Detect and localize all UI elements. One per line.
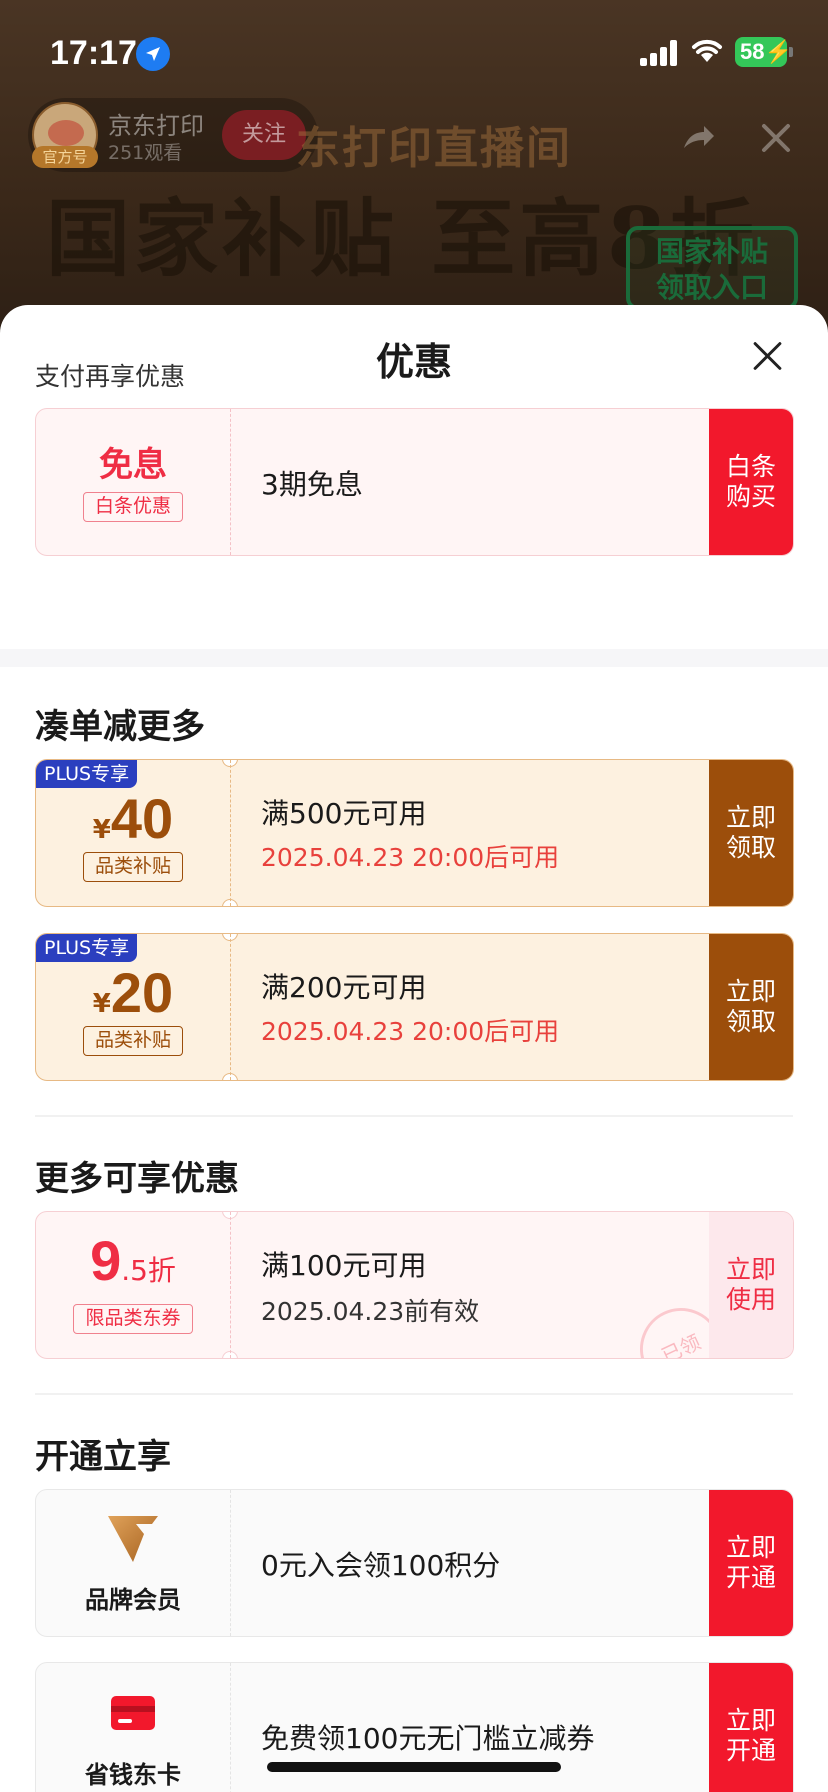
button-line-2: 领取: [725, 833, 776, 862]
coupon-left: 免息 白条优惠: [36, 409, 230, 555]
share-icon[interactable]: [678, 118, 718, 158]
yen-sign: ¥: [92, 989, 111, 1019]
live-room-title: 东打印直播间: [296, 123, 572, 174]
coupon-body: 满500元可用 2025.04.23 20:00后可用: [230, 760, 704, 906]
official-tag: 官方号: [32, 146, 98, 168]
coupon-amount: ¥20: [36, 960, 230, 1025]
coupon-left: 9.5折 限品类东券: [36, 1212, 230, 1358]
coupon-body: 0元入会领100积分: [230, 1490, 704, 1636]
plus-coupon-40: PLUS专享 ¥40 品类补贴 满500元可用 2025.04.23 20:00…: [35, 759, 794, 907]
plus-tag: PLUS专享: [36, 760, 138, 788]
home-indicator: [267, 1762, 561, 1772]
badge-line-1: 国家补贴: [655, 235, 768, 268]
brand-member-card: 品牌会员 0元入会领100积分 立即 开通: [35, 1489, 794, 1637]
button-line-1: 立即: [725, 1533, 776, 1562]
close-live-icon[interactable]: [756, 118, 796, 158]
card-icon: [111, 1696, 155, 1730]
coupon-time: 2025.04.23 20:00后可用: [261, 843, 560, 872]
coupon-body: 3期免息: [230, 409, 704, 555]
section-divider: [0, 649, 828, 667]
section-open-benefits: 开通立享: [35, 1437, 171, 1477]
discount-small: .5折: [121, 1254, 176, 1287]
button-line-2: 领取: [725, 1007, 776, 1036]
close-icon[interactable]: [752, 341, 782, 371]
button-line-2: 购买: [725, 482, 776, 511]
section-bundle: 凑单减更多: [35, 707, 205, 747]
coupon-left: 省钱东卡: [36, 1663, 230, 1792]
coupon-left: 品牌会员: [36, 1490, 230, 1636]
saver-card: 省钱东卡 免费领100元无门槛立减券 立即 开通: [35, 1662, 794, 1792]
button-line-2: 开通: [725, 1563, 776, 1592]
plus-tag: PLUS专享: [36, 934, 138, 962]
coupon-left: PLUS专享 ¥20 品类补贴: [36, 934, 230, 1080]
button-line-1: 立即: [725, 803, 776, 832]
status-bar: 17:17 58⚡: [0, 0, 828, 100]
amount-value: 20: [110, 961, 174, 1024]
anchor-name: 京东打印: [108, 112, 204, 140]
viewer-count: 251观看: [108, 142, 183, 164]
discount-value: 9.5折: [36, 1228, 230, 1293]
coupon-tag: 品类补贴: [83, 1026, 183, 1056]
battery-indicator: 58⚡: [735, 37, 793, 67]
anchor-chip[interactable]: 官方号 京东打印 251观看 关注: [28, 98, 318, 172]
coupon-desc: 满500元可用: [261, 797, 427, 830]
open-saver-card-button[interactable]: 立即 开通: [709, 1663, 793, 1792]
section-divider: [35, 1393, 793, 1395]
location-arrow-icon: [136, 37, 170, 71]
coupon-desc: 0元入会领100积分: [261, 1549, 501, 1582]
section-more-offers: 更多可享优惠: [35, 1159, 239, 1199]
button-line-1: 立即: [725, 1706, 776, 1735]
coupon-tag: 限品类东券: [73, 1304, 193, 1334]
coupon-amount: ¥40: [36, 786, 230, 851]
coupon-desc: 3期免息: [261, 468, 363, 501]
open-member-button[interactable]: 立即 开通: [709, 1490, 793, 1636]
cellular-signal-icon: [640, 40, 677, 66]
discount-big: 9: [90, 1229, 122, 1292]
coupon-tag: 品类补贴: [83, 852, 183, 882]
coupon-time: 2025.04.23 20:00后可用: [261, 1017, 560, 1046]
section-divider: [35, 1115, 793, 1117]
baitiao-coupon: 免息 白条优惠 3期免息 白条 购买: [35, 408, 794, 556]
coupon-time: 2025.04.23前有效: [261, 1297, 480, 1326]
badge-line-2: 领取入口: [655, 271, 768, 304]
button-line-1: 白条: [725, 452, 776, 481]
brand-member-v-icon: [108, 1516, 158, 1562]
yen-sign: ¥: [92, 815, 111, 845]
coupon-body: 满200元可用 2025.04.23 20:00后可用: [230, 934, 704, 1080]
battery-level: 58: [740, 39, 765, 64]
coupon-desc: 免费领100元无门槛立减券: [261, 1722, 595, 1755]
live-room-background: 17:17 58⚡ 官方号 京东打印 251观看 关注 东打印直播间 国家补贴 …: [0, 0, 828, 330]
offers-sheet: 优惠 支付再享优惠 免息 白条优惠 3期免息 白条 购买 凑单减更多 PLUS专享…: [0, 305, 828, 1792]
button-line-2: 使用: [725, 1285, 776, 1314]
brand-member-label: 品牌会员: [85, 1586, 181, 1614]
amount-value: 40: [110, 787, 174, 850]
claim-button-40[interactable]: 立即 领取: [709, 760, 793, 906]
button-line-1: 立即: [725, 1255, 776, 1284]
button-line-1: 立即: [725, 977, 776, 1006]
coupon-tag: 白条优惠: [83, 492, 183, 522]
status-time: 17:17: [50, 34, 137, 72]
discount-coupon: 9.5折 限品类东券 满100元可用 2025.04.23前有效 已领 立即 使用: [35, 1211, 794, 1359]
coupon-body: 免费领100元无门槛立减券: [230, 1663, 704, 1792]
button-line-2: 开通: [725, 1736, 776, 1765]
subsidy-entry-badge[interactable]: 国家补贴 领取入口: [626, 226, 798, 310]
follow-button[interactable]: 关注: [222, 110, 306, 160]
coupon-left: PLUS专享 ¥40 品类补贴: [36, 760, 230, 906]
coupon-headline: 免息: [99, 445, 167, 485]
claim-button-20[interactable]: 立即 领取: [709, 934, 793, 1080]
use-now-button[interactable]: 立即 使用: [709, 1212, 793, 1358]
coupon-body: 满100元可用 2025.04.23前有效: [230, 1212, 704, 1358]
coupon-desc: 满200元可用: [261, 971, 427, 1004]
plus-coupon-20: PLUS专享 ¥20 品类补贴 满200元可用 2025.04.23 20:00…: [35, 933, 794, 1081]
section-pay-discount: 支付再享优惠: [35, 362, 186, 391]
saver-card-label: 省钱东卡: [85, 1761, 181, 1789]
coupon-desc: 满100元可用: [261, 1249, 427, 1282]
baitiao-buy-button[interactable]: 白条 购买: [709, 409, 793, 555]
wifi-icon: [690, 36, 724, 68]
